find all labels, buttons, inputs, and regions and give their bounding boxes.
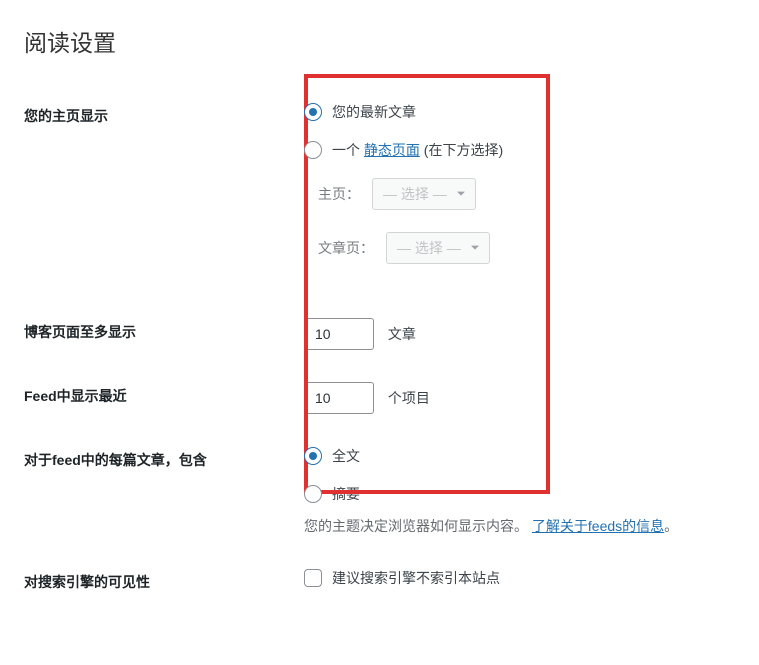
radio-latest-posts-label: 您的最新文章 (332, 102, 416, 122)
static-page-link[interactable]: 静态页面 (364, 142, 420, 158)
homepage-select-label: 主页： (318, 184, 360, 204)
radio-full-text-label: 全文 (332, 446, 360, 466)
feed-items-suffix: 个项目 (388, 390, 430, 406)
feed-description-prefix: 您的主题决定浏览器如何显示内容。 (304, 518, 528, 534)
feed-content-label: 对于feed中的每篇文章，包含 (24, 430, 284, 552)
search-visibility-label: 对搜索引擎的可见性 (24, 552, 284, 612)
radio-static-suffix: (在下方选择) (420, 142, 503, 158)
feeds-info-link[interactable]: 了解关于feeds的信息 (532, 518, 664, 534)
radio-static-prefix: 一个 (332, 142, 364, 158)
posts-per-page-label: 博客页面至多显示 (24, 302, 284, 366)
settings-form-table: 您的主页显示 您的最新文章 一个 静态页面 (在下方选择) 主 (24, 86, 759, 612)
page-title: 阅读设置 (24, 20, 759, 58)
radio-summary[interactable] (304, 485, 322, 503)
radio-latest-posts[interactable] (304, 103, 322, 121)
feed-items-label: Feed中显示最近 (24, 366, 284, 430)
radio-static-page[interactable] (304, 141, 322, 159)
posts-per-page-suffix: 文章 (388, 326, 416, 342)
radio-full-text[interactable] (304, 447, 322, 465)
postspage-select[interactable]: — 选择 — (386, 232, 490, 264)
discourage-search-checkbox[interactable] (304, 569, 322, 587)
feed-description-suffix: 。 (664, 518, 678, 534)
discourage-search-label: 建议搜索引擎不索引本站点 (332, 568, 500, 588)
radio-summary-label: 摘要 (332, 484, 360, 504)
posts-per-page-input[interactable] (304, 318, 374, 350)
homepage-display-label: 您的主页显示 (24, 86, 284, 302)
postspage-select-label: 文章页： (318, 238, 374, 258)
homepage-select[interactable]: — 选择 — (372, 178, 476, 210)
feed-items-input[interactable] (304, 382, 374, 414)
